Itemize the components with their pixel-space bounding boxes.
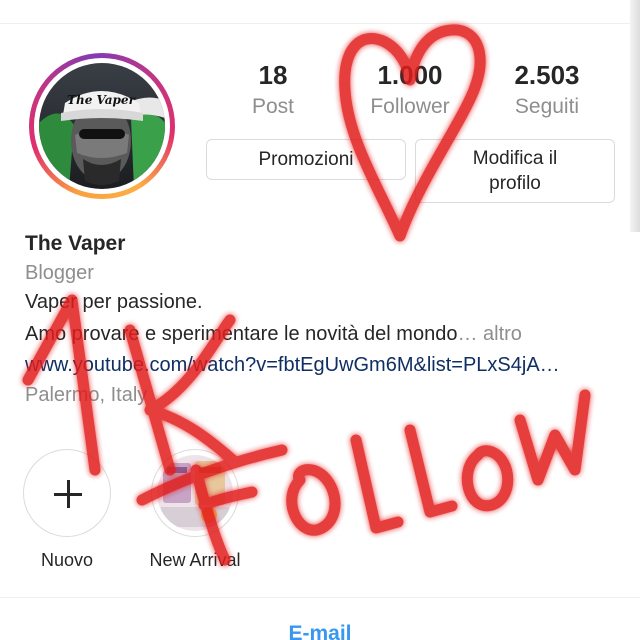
edit-profile-label-1: Modifica il (472, 148, 558, 169)
following-label: Seguiti (514, 95, 580, 118)
stat-following[interactable]: 2.503 Seguiti (482, 58, 612, 122)
highlight-new-arrival-label: New Arrival (149, 550, 241, 570)
highlight-thumbnail (157, 455, 233, 531)
scribble-w (514, 389, 591, 486)
section-divider (0, 597, 640, 598)
posts-label: Post (251, 95, 295, 118)
bio-ellipsis: … (457, 323, 484, 345)
top-bar (0, 0, 640, 24)
bio-line-2: Amo provare e sperimentare le novità del… (25, 323, 522, 346)
posts-count: 18 (258, 60, 288, 90)
highlight-new-arrival[interactable]: New Arrival (145, 449, 245, 571)
following-count: 2.503 (514, 60, 580, 90)
scribble-o2 (461, 445, 514, 512)
profile-location: Palermo, Italy (25, 384, 148, 406)
promotions-label: Promozioni (258, 149, 354, 170)
profile-name: The Vaper (25, 232, 126, 255)
profile-category: Blogger (25, 262, 94, 284)
avatar-logo-text: The Vaper (67, 93, 136, 107)
scrollbar[interactable] (630, 0, 640, 232)
new-arrival-circle[interactable] (151, 449, 239, 537)
scribble-l1 (350, 434, 404, 534)
edit-profile-button[interactable]: Modifica il profilo (415, 139, 615, 203)
new-highlight-circle[interactable] (23, 449, 111, 537)
profile-avatar[interactable]: The Vaper (29, 53, 175, 199)
scribble-o1 (286, 464, 341, 536)
email-tab[interactable]: E-mail (0, 622, 640, 640)
bio-line-1: Vaper per passione. (25, 291, 203, 313)
followers-count: 1.000 (377, 60, 443, 90)
profile-website-link[interactable]: www.youtube.com/watch?v=fbtEgUwGm6M&list… (25, 354, 560, 377)
avatar-image: The Vaper (39, 63, 165, 189)
stat-posts[interactable]: 18 Post (208, 58, 338, 122)
scribble-l2 (404, 424, 458, 518)
highlight-new[interactable]: Nuovo (22, 449, 112, 571)
promotions-button[interactable]: Promozioni (206, 139, 406, 180)
bio-line-2-text: Amo provare e sperimentare le novità del… (25, 323, 458, 345)
bio-more-link[interactable]: altro (483, 323, 522, 345)
stat-followers[interactable]: 1.000 Follower (345, 58, 475, 122)
edit-profile-label-2: profilo (489, 173, 541, 194)
followers-label: Follower (370, 95, 450, 118)
highlight-new-label: Nuovo (40, 550, 94, 570)
